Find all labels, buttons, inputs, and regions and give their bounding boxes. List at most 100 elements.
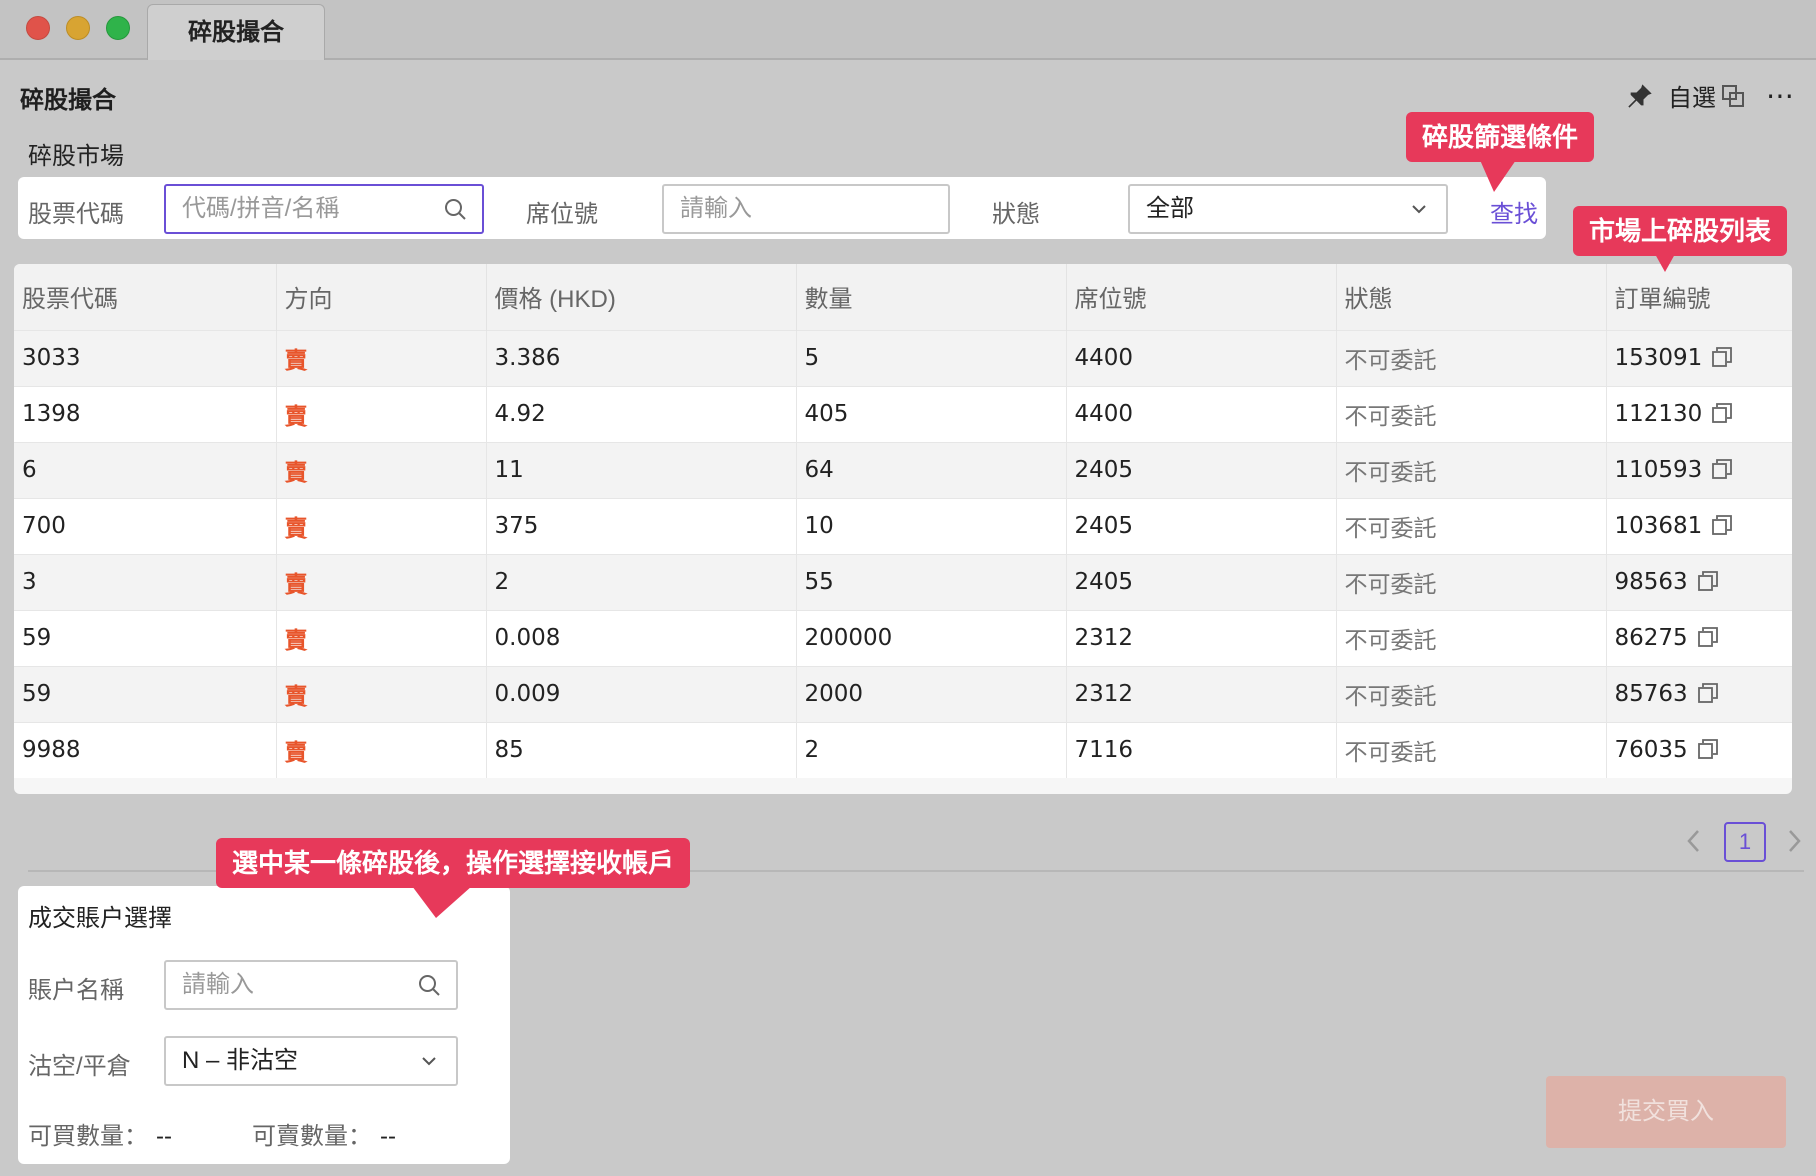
copy-icon[interactable] bbox=[1712, 515, 1733, 535]
search-button[interactable]: 查找 bbox=[1490, 194, 1538, 229]
column-header[interactable]: 價格 (HKD) bbox=[486, 264, 797, 330]
order-id-cell: 76035 bbox=[1606, 721, 1792, 778]
sellable-value: -- bbox=[380, 1123, 396, 1150]
window-titlebar: 碎股撮合 bbox=[0, 0, 1816, 60]
more-icon[interactable]: ⋯ bbox=[1766, 81, 1796, 110]
stock-code-cell: 9988 bbox=[14, 721, 277, 778]
price-cell: 11 bbox=[486, 441, 797, 498]
price-cell: 4.92 bbox=[486, 385, 797, 442]
callout-tail bbox=[412, 886, 472, 918]
short-sell-select[interactable]: N – 非沽空 bbox=[164, 1036, 458, 1086]
watchlist-button[interactable]: 自選 bbox=[1668, 78, 1744, 113]
price-cell: 0.008 bbox=[486, 609, 797, 666]
table-row[interactable]: 700 賣 375 10 2405 不可委託 103681 bbox=[14, 497, 1792, 554]
order-id: 76035 bbox=[1614, 737, 1688, 764]
order-id-cell: 153091 bbox=[1606, 329, 1792, 386]
column-header[interactable]: 狀態 bbox=[1336, 264, 1607, 330]
seat-label: 席位號 bbox=[526, 201, 598, 228]
stock-code-label: 股票代碼 bbox=[28, 201, 124, 228]
order-id: 85763 bbox=[1614, 681, 1688, 707]
table-row[interactable]: 1398 賣 4.92 405 4400 不可委託 112130 bbox=[14, 385, 1792, 442]
copy-icon[interactable] bbox=[1697, 627, 1718, 647]
copy-icon[interactable] bbox=[1697, 571, 1718, 591]
stock-code-cell: 59 bbox=[14, 609, 277, 666]
callout-text: 市場上碎股列表 bbox=[1589, 216, 1772, 246]
search-icon bbox=[445, 199, 466, 220]
order-id-cell: 103681 bbox=[1606, 497, 1792, 554]
status-select[interactable]: 全部 bbox=[1128, 184, 1448, 234]
seat-cell: 2312 bbox=[1066, 609, 1337, 666]
account-panel-title: 成交賬户選擇 bbox=[28, 905, 172, 932]
table-row[interactable]: 6 賣 11 64 2405 不可委託 110593 bbox=[14, 441, 1792, 498]
stock-code-cell: 3 bbox=[14, 553, 277, 610]
column-header[interactable]: 訂單編號 bbox=[1606, 264, 1792, 330]
column-header[interactable]: 方向 bbox=[276, 264, 487, 330]
copy-icon[interactable] bbox=[1697, 739, 1718, 760]
seat-placeholder: 請輸入 bbox=[680, 195, 752, 222]
quantity-cell: 64 bbox=[796, 441, 1067, 498]
order-id: 103681 bbox=[1614, 513, 1703, 539]
close-window-button[interactable] bbox=[26, 16, 50, 40]
copy-icon[interactable] bbox=[1712, 403, 1733, 423]
order-id-cell: 110593 bbox=[1606, 441, 1792, 498]
sellable-label: 可賣數量： bbox=[252, 1123, 372, 1150]
order-id-cell: 98563 bbox=[1606, 553, 1792, 610]
buyable-quantity: 可買數量： -- bbox=[28, 1116, 172, 1151]
seat-cell: 7116 bbox=[1066, 721, 1337, 778]
callout-odd-lot-list: 市場上碎股列表 bbox=[1573, 206, 1788, 272]
account-name-label: 賬户名稱 bbox=[28, 977, 124, 1004]
page-number-button[interactable]: 1 bbox=[1724, 822, 1766, 862]
minimize-window-button[interactable] bbox=[66, 16, 90, 40]
submit-buy-button[interactable]: 提交買入 bbox=[1546, 1076, 1786, 1148]
direction-cell: 賣 bbox=[276, 329, 487, 386]
order-id: 110593 bbox=[1614, 457, 1703, 483]
column-header[interactable]: 股票代碼 bbox=[14, 264, 277, 330]
quantity-cell: 2000 bbox=[796, 665, 1067, 722]
price-cell: 2 bbox=[486, 553, 797, 610]
column-header[interactable]: 席位號 bbox=[1066, 264, 1337, 330]
status-cell: 不可委託 bbox=[1336, 497, 1607, 554]
chevron-down-icon bbox=[1412, 205, 1426, 214]
pin-icon[interactable] bbox=[1626, 82, 1654, 110]
seat-input[interactable]: 請輸入 bbox=[662, 184, 950, 234]
table-row[interactable]: 59 賣 0.009 2000 2312 不可委託 85763 bbox=[14, 665, 1792, 722]
filter-bar: 股票代碼 代碼/拼音/名稱 席位號 請輸入 狀態 全部 查找 bbox=[18, 177, 1546, 239]
copy-icon[interactable] bbox=[1712, 459, 1733, 479]
order-id-cell: 85763 bbox=[1606, 665, 1792, 722]
status-cell: 不可委託 bbox=[1336, 553, 1607, 610]
table-row[interactable]: 59 賣 0.008 200000 2312 不可委託 86275 bbox=[14, 609, 1792, 666]
table-row[interactable]: 3 賣 2 55 2405 不可委託 98563 bbox=[14, 553, 1792, 610]
chevron-down-icon bbox=[422, 1057, 436, 1066]
account-name-input[interactable]: 請輸入 bbox=[164, 960, 458, 1010]
chevron-left-icon[interactable] bbox=[1684, 826, 1704, 856]
quantity-cell: 10 bbox=[796, 497, 1067, 554]
account-selection-panel: 成交賬户選擇 賬户名稱 請輸入 沽空/平倉 N – 非沽空 可買數量： -- 可賣… bbox=[18, 886, 510, 1164]
section-label: 碎股市場 bbox=[28, 143, 124, 170]
table-row[interactable]: 3033 賣 3.386 5 4400 不可委託 153091 bbox=[14, 329, 1792, 386]
window-icon bbox=[1722, 84, 1744, 107]
maximize-window-button[interactable] bbox=[106, 16, 130, 40]
seat-cell: 2405 bbox=[1066, 553, 1337, 610]
status-cell: 不可委託 bbox=[1336, 665, 1607, 722]
price-cell: 375 bbox=[486, 497, 797, 554]
callout-filter-conditions: 碎股篩選條件 bbox=[1406, 112, 1595, 192]
search-icon bbox=[419, 975, 440, 996]
copy-icon[interactable] bbox=[1697, 683, 1718, 703]
short-sell-label: 沽空/平倉 bbox=[28, 1053, 131, 1080]
table-row[interactable]: 9988 賣 85 2 7116 不可委託 76035 bbox=[14, 721, 1792, 778]
stock-code-input[interactable]: 代碼/拼音/名稱 bbox=[164, 184, 484, 234]
direction-cell: 賣 bbox=[276, 441, 487, 498]
column-header[interactable]: 數量 bbox=[796, 264, 1067, 330]
watchlist-label: 自選 bbox=[1668, 85, 1716, 112]
stock-code-placeholder: 代碼/拼音/名稱 bbox=[182, 195, 340, 222]
seat-cell: 4400 bbox=[1066, 385, 1337, 442]
copy-icon[interactable] bbox=[1712, 347, 1733, 367]
seat-cell: 2405 bbox=[1066, 441, 1337, 498]
chevron-right-icon[interactable] bbox=[1784, 826, 1804, 856]
order-id: 112130 bbox=[1614, 401, 1703, 427]
buyable-value: -- bbox=[156, 1123, 172, 1150]
callout-text: 選中某一條碎股後，操作選擇接收帳戶 bbox=[232, 848, 675, 878]
page-title: 碎股撮合 bbox=[20, 87, 116, 114]
status-cell: 不可委託 bbox=[1336, 609, 1607, 666]
tab-odd-lot-matching[interactable]: 碎股撮合 bbox=[147, 4, 325, 60]
